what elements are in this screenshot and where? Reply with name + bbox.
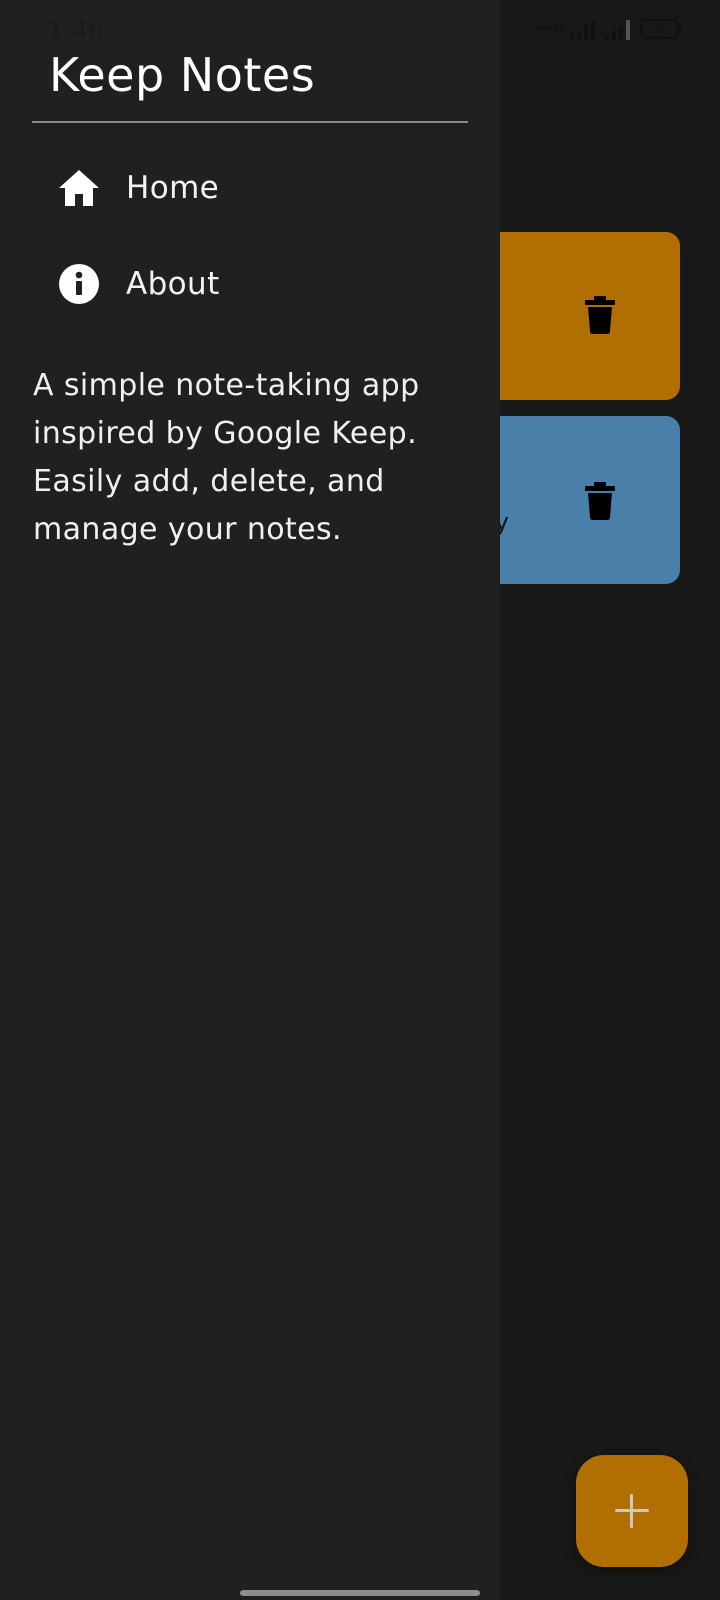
delete-note-button[interactable] <box>585 482 615 520</box>
menu-item-about[interactable]: About <box>32 244 468 324</box>
signal-icon <box>605 18 630 40</box>
menu-item-label: Home <box>126 170 220 206</box>
navigation-drawer: Keep Notes Home About A simple note-taki… <box>0 0 500 1600</box>
volte-badge: VoLTE <box>534 23 567 34</box>
trash-icon <box>585 296 615 334</box>
home-icon <box>58 167 100 209</box>
trash-icon <box>585 482 615 520</box>
add-note-button[interactable] <box>576 1455 688 1567</box>
menu-item-label: About <box>126 266 220 302</box>
drawer-title: Keep Notes <box>49 48 316 102</box>
about-description: A simple note-taking app inspired by Goo… <box>33 368 420 547</box>
delete-note-button[interactable] <box>585 296 615 334</box>
battery-level: 75 <box>652 22 666 36</box>
status-time: 1:46 <box>48 16 104 44</box>
plus-icon <box>615 1494 649 1528</box>
signal-icon <box>570 18 595 40</box>
status-icons: VoLTE 75 <box>534 18 681 40</box>
menu-item-home[interactable]: Home <box>32 148 468 228</box>
app-screen: ay Keep Notes Home <box>0 0 720 1600</box>
battery-icon: 75 <box>640 19 681 39</box>
drawer-divider <box>32 121 468 123</box>
home-indicator[interactable] <box>240 1590 480 1596</box>
info-icon <box>58 263 100 305</box>
